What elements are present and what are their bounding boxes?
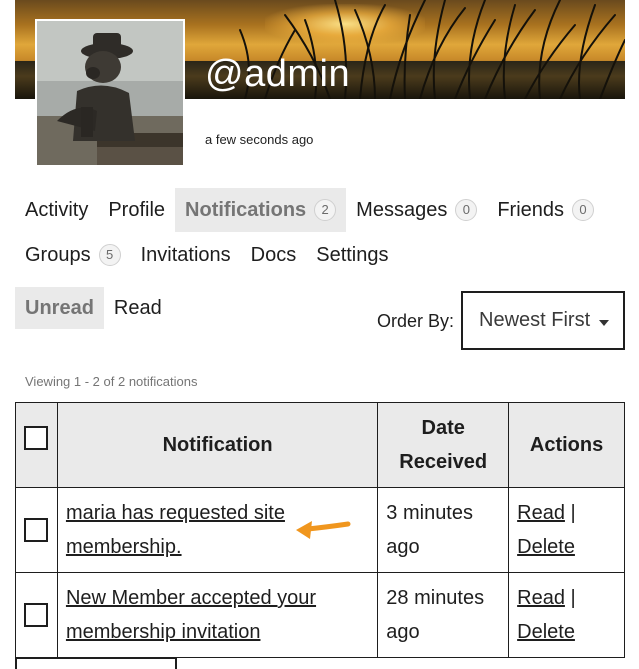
nav-item-groups[interactable]: Groups 5 (15, 233, 131, 277)
messages-count-badge: 0 (455, 199, 478, 221)
actions-cell: Read | Delete (508, 487, 625, 573)
row-checkbox[interactable] (24, 518, 49, 542)
actions-separator: | (570, 587, 576, 609)
nav-label: Groups (25, 243, 91, 266)
table-header-row: Notification Date Received Actions (15, 402, 625, 488)
notification-link[interactable]: New Member accepted your membership invit… (66, 587, 316, 643)
mark-read-link[interactable]: Read (517, 502, 565, 524)
nav-label: Settings (316, 243, 389, 266)
actions-cell: Read | Delete (508, 572, 625, 658)
profile-display-name: @admin (205, 53, 351, 95)
header-date-line2: Received (399, 451, 488, 473)
notification-text-line2: membership. (65, 536, 182, 558)
notifications-count-badge: 2 (314, 199, 337, 221)
nav-item-friends[interactable]: Friends 0 (487, 188, 604, 232)
nav-item-notifications[interactable]: Notifications 2 (175, 188, 347, 232)
nav-label: Notifications (185, 198, 307, 221)
select-all-checkbox[interactable] (24, 426, 49, 450)
primary-nav-row-2: Groups 5 Invitations Docs Settings (15, 233, 399, 277)
nav-label: Messages (356, 198, 448, 221)
nav-item-invitations[interactable]: Invitations (131, 233, 241, 277)
profile-last-active: a few seconds ago (205, 132, 314, 147)
header-date-received: Date Received (377, 402, 510, 488)
groups-count-badge: 5 (98, 244, 121, 266)
mark-read-link[interactable]: Read (517, 587, 565, 609)
header-date-line1: Date (421, 417, 465, 439)
nav-label: Profile (108, 198, 166, 221)
delete-link[interactable]: Delete (517, 621, 575, 643)
nav-item-docs[interactable]: Docs (241, 233, 307, 277)
notifications-subnav: Unread Read (15, 287, 172, 329)
delete-link[interactable]: Delete (517, 536, 575, 558)
date-line1: 28 minutes (386, 587, 485, 609)
date-line2: ago (386, 536, 420, 558)
subnav-item-unread[interactable]: Unread (15, 287, 104, 329)
row-checkbox[interactable] (24, 603, 49, 627)
order-by-label: Order By: (377, 311, 455, 331)
actions-separator: | (570, 502, 576, 524)
nav-label: Docs (250, 243, 297, 266)
header-notification: Notification (56, 402, 379, 488)
avatar[interactable] (35, 19, 185, 167)
nav-item-profile[interactable]: Profile (98, 188, 175, 232)
friends-count-badge: 0 (572, 199, 595, 221)
nav-label: Friends (497, 198, 565, 221)
order-by-selected-value: Newest First (479, 309, 591, 331)
avatar-statue-image (37, 21, 183, 165)
subnav-item-read[interactable]: Read (104, 287, 172, 329)
nav-label: Invitations (140, 243, 231, 266)
notification-text-line2: membership invitation (65, 621, 261, 643)
notification-link[interactable]: maria has requested site membership. (66, 502, 285, 558)
date-line1: 3 minutes (386, 502, 473, 524)
date-line2: ago (386, 621, 420, 643)
select-all-header (15, 402, 58, 488)
pagination-count-text: Viewing 1 - 2 of 2 notifications (25, 374, 198, 389)
nav-item-activity[interactable]: Activity (15, 188, 98, 232)
arrow-left-icon (296, 521, 351, 539)
table-row: New Member accepted your membership invit… (15, 572, 625, 658)
notification-cell: New Member accepted your membership invit… (56, 572, 379, 658)
nav-label: Activity (25, 198, 89, 221)
notification-text-line1: New Member accepted your (65, 587, 317, 609)
nav-item-messages[interactable]: Messages 0 (346, 188, 487, 232)
nav-item-settings[interactable]: Settings (306, 233, 398, 277)
row-checkbox-cell (15, 572, 58, 658)
bulk-action-select[interactable] (15, 657, 177, 669)
date-cell: 3 minutes ago (377, 487, 510, 573)
date-cell: 28 minutes ago (377, 572, 510, 658)
order-by-select[interactable]: Newest First (461, 291, 625, 350)
notification-text-line1: maria has requested site (65, 502, 285, 524)
primary-nav-row-1: Activity Profile Notifications 2 Messages… (15, 188, 604, 232)
row-checkbox-cell (15, 487, 58, 573)
caret-down-icon (599, 320, 609, 326)
header-actions: Actions (508, 402, 625, 488)
